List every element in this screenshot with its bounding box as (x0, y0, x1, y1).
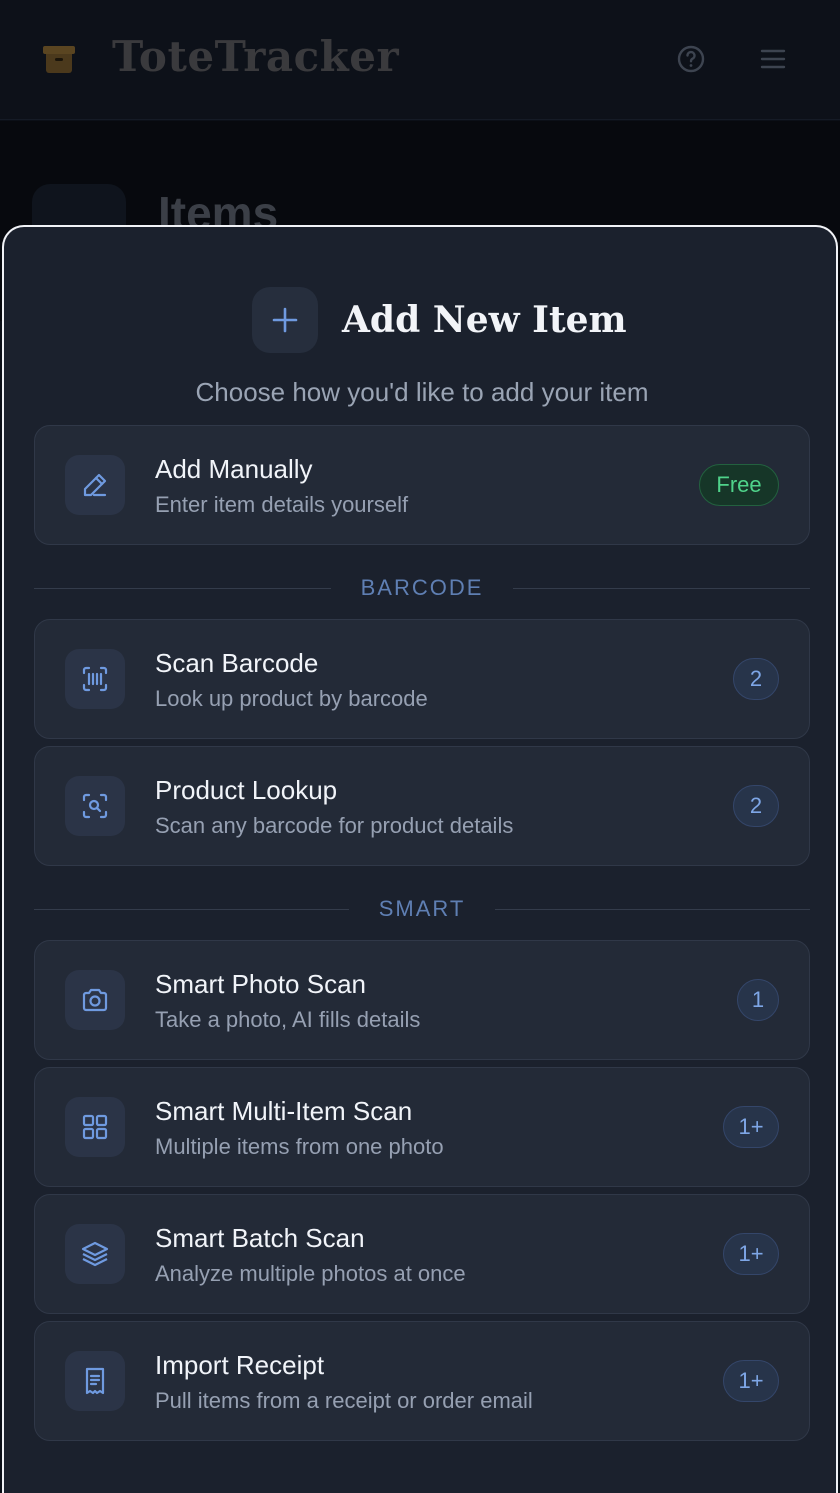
credit-badge: 2 (733, 785, 779, 827)
section-title: SMART (378, 896, 466, 921)
divider (513, 587, 811, 589)
pencil-icon (65, 455, 125, 515)
option-title: Product Lookup (155, 775, 338, 805)
divider (495, 908, 811, 910)
plus-icon (252, 287, 318, 353)
product-lookup-option[interactable]: Product Lookup Scan any barcode for prod… (34, 746, 810, 866)
credit-badge: 1+ (723, 1360, 779, 1402)
option-title: Scan Barcode (155, 648, 319, 678)
section-label-smart: SMART (34, 894, 811, 924)
tote-logo-icon (43, 46, 75, 73)
sheet-title: Add New Item (342, 299, 627, 341)
option-title: Add Manually (155, 454, 313, 484)
camera-icon (65, 970, 125, 1030)
option-title: Import Receipt (155, 1350, 325, 1380)
option-title: Smart Photo Scan (155, 969, 366, 999)
credit-badge: 1 (737, 979, 779, 1021)
divider (34, 908, 349, 910)
receipt-icon (65, 1351, 125, 1411)
scan-barcode-option[interactable]: Scan Barcode Look up product by barcode … (34, 619, 810, 739)
layers-icon (65, 1224, 125, 1284)
grid-icon (65, 1097, 125, 1157)
import-receipt-option[interactable]: Import Receipt Pull items from a receipt… (34, 1321, 810, 1441)
app-header: ToteTracker (0, 0, 840, 120)
add-item-sheet: Add New Item Choose how you'd like to ad… (2, 225, 838, 1493)
option-description: Analyze multiple photos at once (155, 1261, 466, 1286)
option-title: Smart Multi-Item Scan (155, 1096, 413, 1126)
free-badge: Free (699, 464, 779, 506)
divider (34, 587, 331, 589)
option-description: Scan any barcode for product details (155, 813, 514, 838)
option-description: Pull items from a receipt or order email (155, 1388, 533, 1413)
credit-badge: 1+ (723, 1106, 779, 1148)
section-label-barcode: BARCODE (34, 573, 811, 603)
option-description: Take a photo, AI fills details (155, 1007, 421, 1032)
option-title: Smart Batch Scan (155, 1223, 365, 1253)
option-description: Multiple items from one photo (155, 1134, 444, 1159)
option-description: Look up product by barcode (155, 686, 428, 711)
section-title: BARCODE (360, 575, 484, 600)
credit-badge: 1+ (723, 1233, 779, 1275)
help-icon[interactable] (674, 42, 708, 76)
menu-icon[interactable] (756, 42, 790, 76)
option-description: Enter item details yourself (155, 492, 409, 517)
sheet-header: Add New Item (252, 287, 627, 353)
search-scan-icon (65, 776, 125, 836)
smart-batch-scan-option[interactable]: Smart Batch Scan Analyze multiple photos… (34, 1194, 810, 1314)
smart-photo-scan-option[interactable]: Smart Photo Scan Take a photo, AI fills … (34, 940, 810, 1060)
app-title: ToteTracker (112, 32, 400, 81)
add-manually-option[interactable]: Add Manually Enter item details yourself… (34, 425, 810, 545)
smart-multi-item-scan-option[interactable]: Smart Multi-Item Scan Multiple items fro… (34, 1067, 810, 1187)
credit-badge: 2 (733, 658, 779, 700)
barcode-scan-icon (65, 649, 125, 709)
sheet-subtitle: Choose how you'd like to add your item (195, 377, 649, 407)
